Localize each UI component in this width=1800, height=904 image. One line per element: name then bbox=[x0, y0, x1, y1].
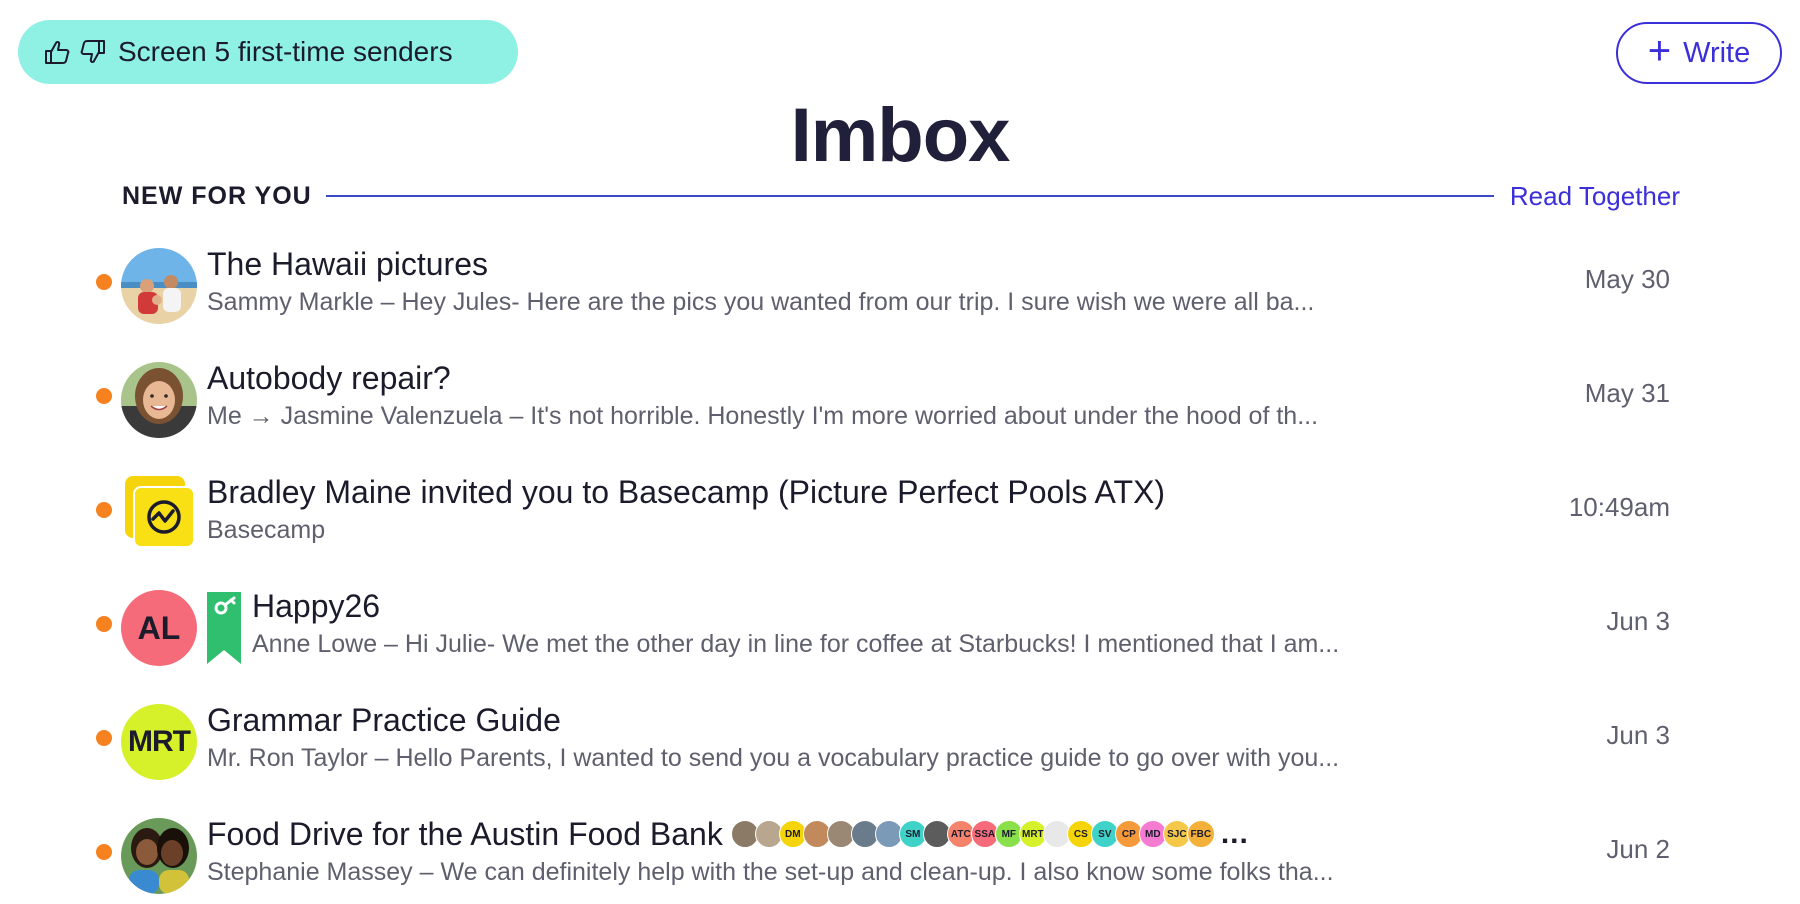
thread-preview: Mr. Ron Taylor – Hello Parents, I wanted… bbox=[207, 744, 1340, 772]
thread-content: The Hawaii pictures Sammy Markle – Hey J… bbox=[207, 240, 1467, 317]
thumbs-icons bbox=[42, 36, 108, 68]
thread-preview: Stephanie Massey – We can definitely hel… bbox=[207, 858, 1334, 886]
basecamp-logo bbox=[125, 476, 197, 552]
thread-date: 10:49am bbox=[1568, 492, 1670, 522]
unread-dot bbox=[96, 274, 112, 290]
unread-dot bbox=[96, 388, 112, 404]
unread-dot bbox=[96, 844, 112, 860]
unread-dot bbox=[96, 616, 112, 632]
thread-row[interactable]: The Hawaii pictures Sammy Markle – Hey J… bbox=[0, 240, 1800, 354]
thread-date: Jun 2 bbox=[1606, 834, 1670, 864]
section-header: NEW FOR YOU Read Together bbox=[122, 176, 1680, 216]
section-divider bbox=[325, 195, 1494, 197]
thread-subject: Food Drive for the Austin Food Bank bbox=[207, 815, 723, 852]
thread-date: Jun 3 bbox=[1606, 720, 1670, 750]
thread-preview: Basecamp bbox=[207, 516, 326, 544]
thread-row[interactable]: AL Happy26 Anne Lowe – Hi Julie- We met … bbox=[0, 582, 1800, 696]
thread-content: Autobody repair? Me → Jasmine Valenzuela… bbox=[207, 354, 1467, 431]
thread-preview: Me → Jasmine Valenzuela – It's not horri… bbox=[207, 402, 1319, 430]
portrait-avatar bbox=[121, 362, 197, 438]
thread-row[interactable]: Bradley Maine invited you to Basecamp (P… bbox=[0, 468, 1800, 582]
thread-subject: The Hawaii pictures bbox=[207, 245, 488, 282]
participant-avatar: FBC bbox=[1186, 820, 1215, 848]
thread-subject: Bradley Maine invited you to Basecamp (P… bbox=[207, 473, 1166, 510]
thumbs-down-icon bbox=[80, 40, 105, 64]
avatar: AL bbox=[121, 590, 197, 666]
screen-senders-label: Screen 5 first-time senders bbox=[118, 36, 453, 67]
thread-date: May 31 bbox=[1584, 378, 1670, 408]
page-title: Imbox bbox=[790, 93, 1011, 178]
write-label: Write bbox=[1683, 36, 1751, 69]
thread-subject: Happy26 bbox=[252, 587, 381, 624]
read-together-link[interactable]: Read Together bbox=[1510, 181, 1680, 212]
plus-icon: + bbox=[1647, 29, 1672, 73]
key-ribbon-icon bbox=[207, 592, 241, 664]
screen-senders-button[interactable]: Screen 5 first-time senders bbox=[18, 20, 518, 84]
thread-subject: Grammar Practice Guide bbox=[207, 701, 561, 738]
write-button[interactable]: + Write bbox=[1616, 22, 1782, 84]
thread-row[interactable]: Food Drive for the Austin Food Bank DM SM… bbox=[0, 810, 1800, 904]
thread-date: Jun 3 bbox=[1606, 606, 1670, 636]
thread-row[interactable]: Autobody repair? Me → Jasmine Valenzuela… bbox=[0, 354, 1800, 468]
thread-row[interactable]: MRT Grammar Practice Guide Mr. Ron Taylo… bbox=[0, 696, 1800, 810]
participant-avatars: DM SM ATC SSA MF MRT CS SV CP MD SJC FBC bbox=[730, 820, 1215, 848]
more-participants[interactable]: ... bbox=[1221, 819, 1249, 849]
avatar: MRT bbox=[121, 704, 197, 780]
thread-date: May 30 bbox=[1584, 264, 1670, 294]
basecamp-icon bbox=[147, 500, 181, 534]
section-label: NEW FOR YOU bbox=[122, 181, 312, 210]
thread-list: The Hawaii pictures Sammy Markle – Hey J… bbox=[0, 240, 1800, 904]
thread-preview: Sammy Markle – Hey Jules- Here are the p… bbox=[207, 288, 1315, 316]
thread-preview: Anne Lowe – Hi Julie- We met the other d… bbox=[252, 630, 1340, 658]
unread-dot bbox=[96, 502, 112, 518]
two-women-photo-avatar bbox=[121, 818, 197, 894]
unread-dot bbox=[96, 730, 112, 746]
thread-content: Grammar Practice Guide Mr. Ron Taylor – … bbox=[207, 696, 1467, 773]
thread-content: Bradley Maine invited you to Basecamp (P… bbox=[207, 468, 1467, 545]
beach-photo-avatar bbox=[121, 248, 197, 324]
thumbs-up-icon bbox=[45, 40, 70, 64]
thread-content: Happy26 Anne Lowe – Hi Julie- We met the… bbox=[252, 582, 1512, 659]
thread-content: Food Drive for the Austin Food Bank DM SM… bbox=[207, 810, 1467, 887]
thread-subject: Autobody repair? bbox=[207, 359, 451, 396]
